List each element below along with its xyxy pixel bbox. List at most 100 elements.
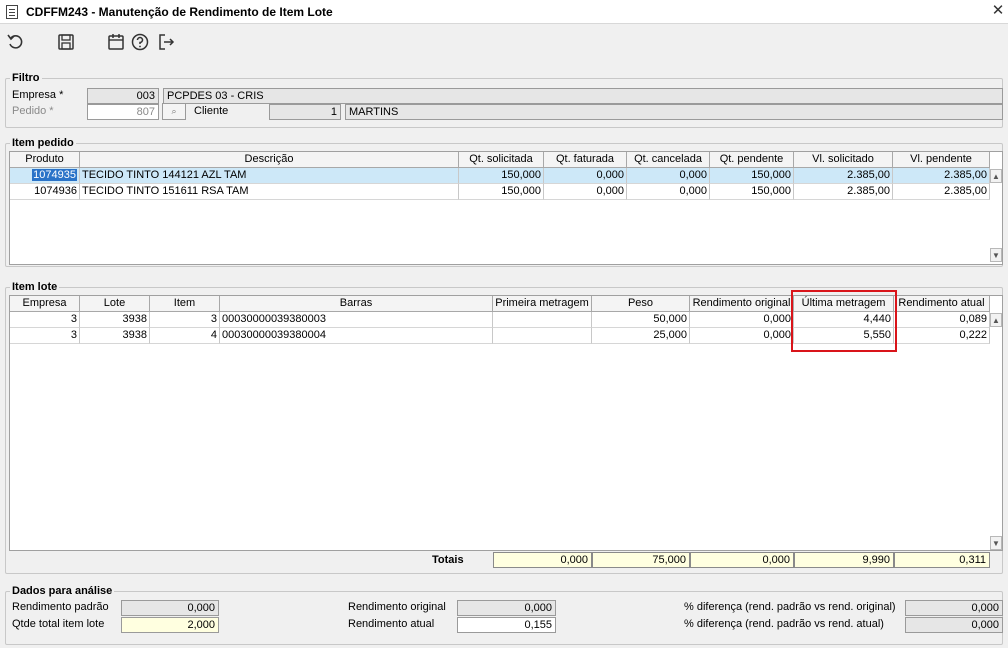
total-rendimento-atual: 0,311: [894, 552, 990, 568]
rend-original-field: 0,000: [457, 600, 556, 616]
cell-rendimento-atual[interactable]: 0,222: [894, 328, 990, 344]
total-rendimento-original: 0,000: [690, 552, 794, 568]
cell-item[interactable]: 3: [150, 312, 220, 328]
cell-rendimento-original[interactable]: 0,000: [690, 312, 794, 328]
cliente-label: Cliente: [194, 105, 229, 117]
lookup-icon: ⌕: [171, 106, 177, 116]
totals-label: Totais: [432, 554, 464, 566]
cell-empresa[interactable]: 3: [10, 312, 80, 328]
cell-primeira-metragem[interactable]: [493, 328, 592, 344]
cell-rendimento-atual[interactable]: 0,089: [894, 312, 990, 328]
filtro-title: Filtro: [10, 72, 42, 84]
item-pedido-grid[interactable]: Produto Descrição Qt. solicitada Qt. fat…: [9, 151, 1003, 265]
col-item[interactable]: Item: [150, 296, 220, 312]
help-icon: [131, 33, 149, 51]
cell-primeira-metragem[interactable]: [493, 312, 592, 328]
exit-icon: [159, 34, 175, 50]
analise-title: Dados para análise: [10, 585, 115, 597]
cell-qt-cancelada[interactable]: 0,000: [627, 184, 710, 200]
col-produto[interactable]: Produto: [10, 152, 80, 168]
qtde-total-field: 2,000: [121, 617, 219, 633]
cell-produto[interactable]: 1074936: [10, 184, 80, 200]
scroll-up-button[interactable]: ▲: [990, 169, 1002, 183]
col-vl-pendente[interactable]: Vl. pendente: [893, 152, 990, 168]
dif-atual-label: % diferença (rend. padrão vs rend. atual…: [684, 618, 884, 630]
cell-peso[interactable]: 50,000: [592, 312, 690, 328]
cell-qt-faturada[interactable]: 0,000: [544, 168, 627, 184]
total-peso: 75,000: [592, 552, 690, 568]
cliente-name-field: MARTINS: [345, 104, 1003, 120]
dif-original-label: % diferença (rend. padrão vs rend. origi…: [684, 601, 896, 613]
col-qt-cancelada[interactable]: Qt. cancelada: [627, 152, 710, 168]
dif-atual-field: 0,000: [905, 617, 1003, 633]
col-lote[interactable]: Lote: [80, 296, 150, 312]
col-qt-faturada[interactable]: Qt. faturada: [544, 152, 627, 168]
cell-barras[interactable]: 00030000039380003: [220, 312, 493, 328]
cell-qt-pendente[interactable]: 150,000: [710, 184, 794, 200]
rend-atual-label: Rendimento atual: [348, 618, 435, 630]
save-icon: [58, 34, 74, 50]
col-rendimento-original[interactable]: Rendimento original: [690, 296, 794, 312]
cell-item[interactable]: 4: [150, 328, 220, 344]
scroll-down-button[interactable]: ▼: [990, 536, 1002, 550]
total-primeira-metragem: 0,000: [493, 552, 592, 568]
rend-padrao-field: 0,000: [121, 600, 219, 616]
calendar-icon: [108, 34, 124, 50]
cell-produto[interactable]: 1074935: [10, 168, 80, 184]
scroll-up-button[interactable]: ▲: [990, 313, 1002, 327]
rend-original-label: Rendimento original: [348, 601, 446, 613]
cell-vl-solicitado[interactable]: 2.385,00: [794, 168, 893, 184]
col-primeira-metragem[interactable]: Primeira metragem: [493, 296, 592, 312]
total-ultima-metragem: 9,990: [794, 552, 894, 568]
scroll-down-button[interactable]: ▼: [990, 248, 1002, 262]
empresa-name-field: PCPDES 03 - CRIS: [163, 88, 1003, 104]
empresa-code-field[interactable]: 003: [87, 88, 159, 104]
col-vl-solicitado[interactable]: Vl. solicitado: [794, 152, 893, 168]
exit-button[interactable]: [156, 32, 176, 52]
empresa-label: Empresa *: [12, 89, 64, 101]
document-icon: [6, 5, 18, 19]
item-lote-title: Item lote: [10, 281, 60, 293]
cell-vl-solicitado[interactable]: 2.385,00: [794, 184, 893, 200]
cell-produto-text: 1074935: [32, 169, 77, 181]
cell-lote[interactable]: 3938: [80, 328, 150, 344]
item-pedido-title: Item pedido: [10, 137, 76, 149]
save-button[interactable]: [56, 32, 76, 52]
close-button[interactable]: ✕: [990, 3, 1006, 19]
cell-vl-pendente[interactable]: 2.385,00: [893, 184, 990, 200]
cell-qt-solicitada[interactable]: 150,000: [459, 168, 544, 184]
cell-lote[interactable]: 3938: [80, 312, 150, 328]
col-descricao[interactable]: Descrição: [80, 152, 459, 168]
undo-icon: [7, 34, 23, 49]
undo-button[interactable]: [6, 32, 26, 52]
rend-padrao-label: Rendimento padrão: [12, 601, 109, 613]
col-qt-pendente[interactable]: Qt. pendente: [710, 152, 794, 168]
cell-qt-solicitada[interactable]: 150,000: [459, 184, 544, 200]
cell-barras[interactable]: 00030000039380004: [220, 328, 493, 344]
dif-original-field: 0,000: [905, 600, 1003, 616]
cell-qt-pendente[interactable]: 150,000: [710, 168, 794, 184]
cell-vl-pendente[interactable]: 2.385,00: [893, 168, 990, 184]
pedido-field[interactable]: 807: [87, 104, 159, 120]
col-peso[interactable]: Peso: [592, 296, 690, 312]
cell-peso[interactable]: 25,000: [592, 328, 690, 344]
calendar-button[interactable]: [106, 32, 126, 52]
cell-rendimento-original[interactable]: 0,000: [690, 328, 794, 344]
title-bar: CDFFM243 - Manutenção de Rendimento de I…: [0, 0, 1008, 24]
cell-descricao[interactable]: TECIDO TINTO 151611 RSA TAM: [80, 184, 459, 200]
cell-qt-faturada[interactable]: 0,000: [544, 184, 627, 200]
col-rendimento-atual[interactable]: Rendimento atual: [894, 296, 990, 312]
col-empresa[interactable]: Empresa: [10, 296, 80, 312]
highlight-box: [791, 290, 897, 352]
pedido-lookup-button[interactable]: ⌕: [162, 103, 186, 120]
cliente-code-field: 1: [269, 104, 341, 120]
window-title: CDFFM243 - Manutenção de Rendimento de I…: [26, 5, 333, 19]
cell-empresa[interactable]: 3: [10, 328, 80, 344]
help-button[interactable]: [130, 32, 150, 52]
cell-descricao[interactable]: TECIDO TINTO 144121 AZL TAM: [80, 168, 459, 184]
col-qt-solicitada[interactable]: Qt. solicitada: [459, 152, 544, 168]
cell-qt-cancelada[interactable]: 0,000: [627, 168, 710, 184]
col-barras[interactable]: Barras: [220, 296, 493, 312]
pedido-label: Pedido *: [12, 105, 54, 117]
rend-atual-field: 0,155: [457, 617, 556, 633]
